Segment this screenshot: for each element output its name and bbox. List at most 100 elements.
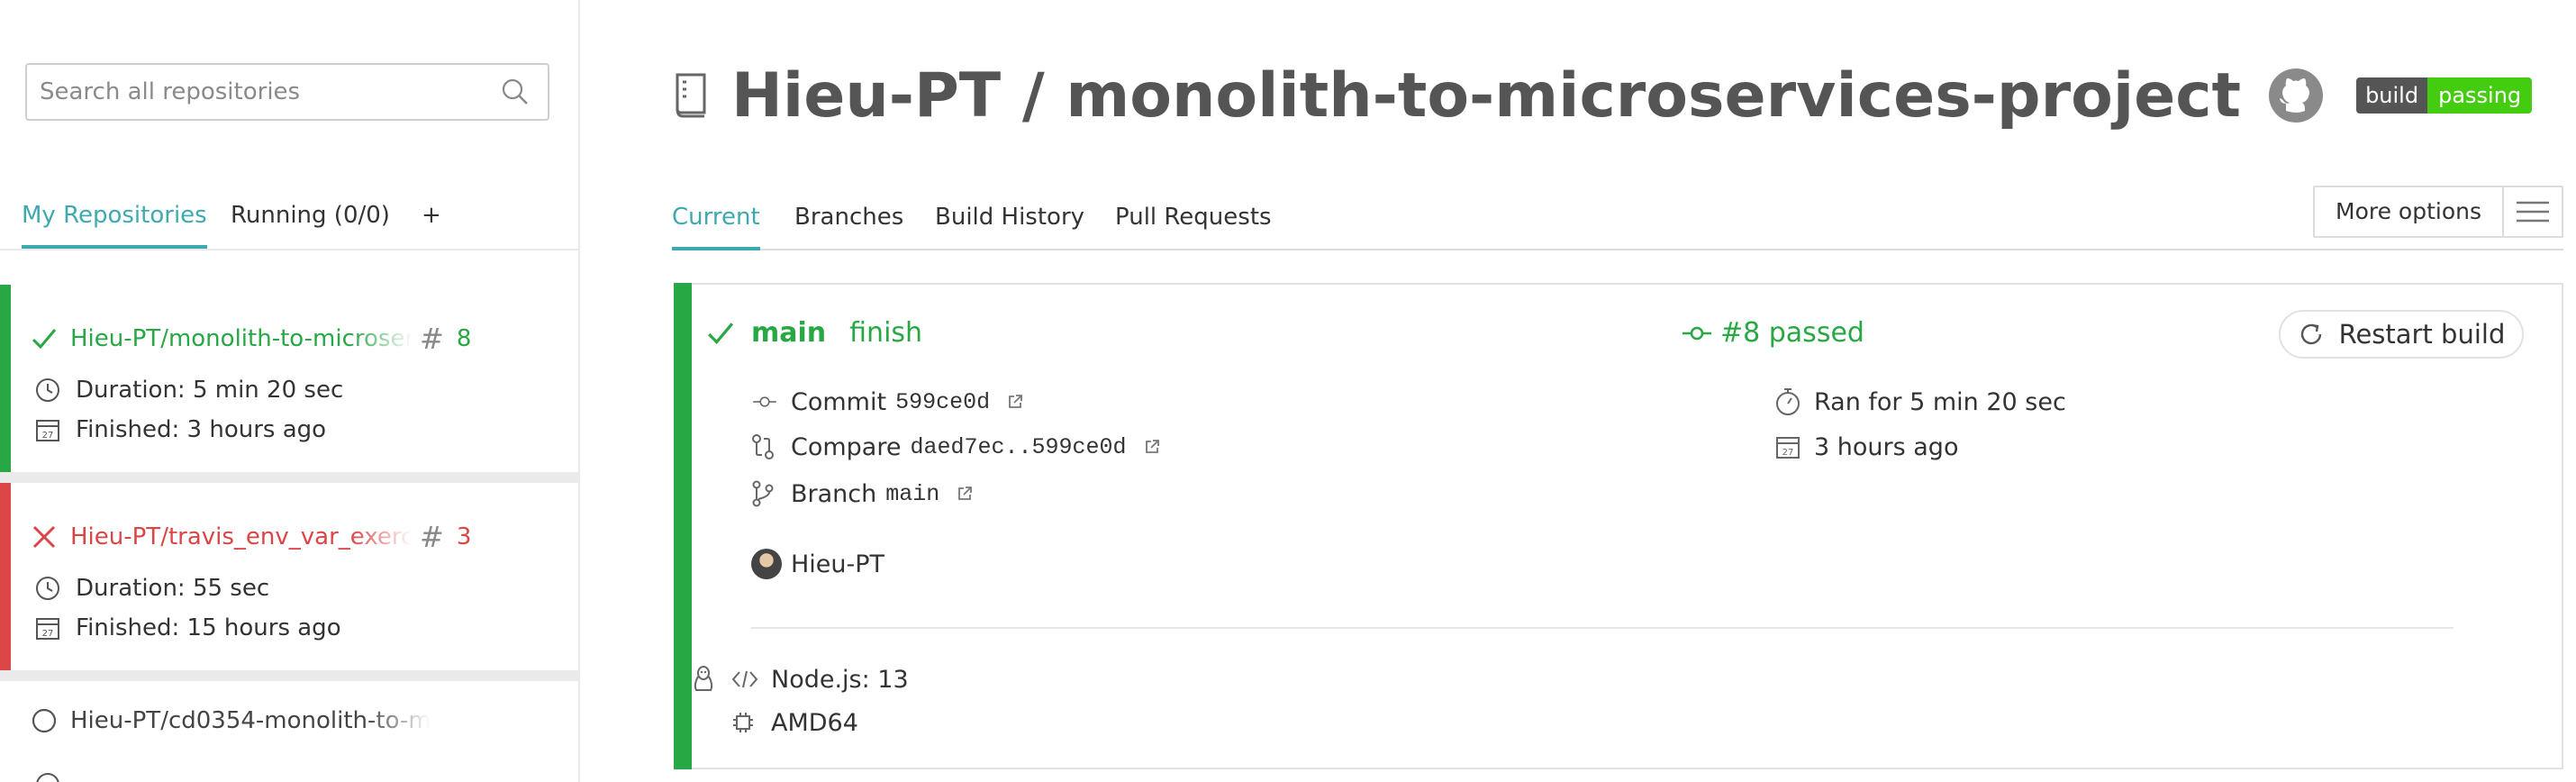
- tab-branches[interactable]: Branches: [794, 204, 903, 250]
- clock-icon: [34, 377, 76, 404]
- hash-icon: #: [420, 520, 444, 554]
- external-link-icon[interactable]: [1006, 393, 1024, 411]
- tab-my-repositories[interactable]: My Repositories: [22, 202, 207, 249]
- build-number-link[interactable]: 8: [457, 325, 472, 352]
- commit-sha-link[interactable]: 599ce0d: [895, 389, 990, 415]
- clock-icon: [34, 771, 76, 782]
- repo-finished: 27 Finished: 15 hours ago: [34, 614, 341, 641]
- arch-row: AMD64: [731, 706, 858, 739]
- svg-text:27: 27: [42, 431, 54, 441]
- tab-pull-requests[interactable]: Pull Requests: [1115, 204, 1272, 250]
- sidebar-tabs: My Repositories Running (0/0) +: [0, 196, 578, 250]
- restart-build-button[interactable]: Restart build: [2279, 310, 2524, 359]
- repo-item[interactable]: Hieu-PT/monolith-to-microservices-projec…: [0, 285, 578, 472]
- branch-name-link[interactable]: main: [751, 317, 826, 349]
- compare-label: Compare: [791, 432, 902, 461]
- avatar: [751, 549, 791, 579]
- external-link-icon[interactable]: [1143, 438, 1161, 456]
- duration-text: Duration: 5 min 20 sec: [76, 377, 344, 404]
- cross-icon: [31, 523, 58, 550]
- tab-running[interactable]: Running (0/0): [231, 202, 390, 249]
- linux-icon: [692, 665, 731, 694]
- build-status-link[interactable]: #8 passed: [1683, 317, 1864, 349]
- calendar-icon: 27: [34, 614, 76, 641]
- finished-row: 27 3 hours ago: [1774, 431, 1958, 463]
- commit-icon: [751, 395, 791, 409]
- external-link-icon[interactable]: [956, 485, 974, 503]
- restart-icon: [2298, 321, 2339, 348]
- status-bar: [0, 483, 11, 670]
- stopwatch-icon: [1774, 386, 1814, 417]
- compare-row: Compare daed7ec..599ce0d: [751, 431, 1161, 463]
- hamburger-icon[interactable]: [2504, 187, 2562, 236]
- tab-build-history[interactable]: Build History: [935, 204, 1084, 250]
- more-options-button[interactable]: More options: [2313, 186, 2563, 238]
- calendar-icon: 27: [34, 416, 76, 443]
- commit-icon: [1683, 324, 1720, 342]
- arch-text: AMD64: [771, 708, 858, 737]
- compare-range-link[interactable]: daed7ec..599ce0d: [910, 434, 1126, 460]
- add-tab-button[interactable]: +: [422, 202, 441, 249]
- hash-icon: #: [420, 322, 444, 356]
- divider: [751, 627, 2454, 629]
- repo-tabs: Current Branches Build History Pull Requ…: [672, 196, 2563, 250]
- repo-name-link[interactable]: Hieu-PT/travis_env_var_exercise: [70, 523, 413, 550]
- branch-icon: [751, 480, 791, 507]
- repo-name-link[interactable]: Hieu-PT/cd0354-monolith-to-microservices…: [70, 707, 431, 734]
- search-icon[interactable]: [501, 77, 530, 106]
- repo-finished: 27 Finished: 3 hours ago: [34, 416, 326, 443]
- commit-message-link[interactable]: finish: [849, 317, 922, 349]
- restart-build-label: Restart build: [2338, 319, 2506, 350]
- tab-current[interactable]: Current: [672, 204, 760, 250]
- build-number-link[interactable]: 3: [457, 523, 472, 550]
- search-input[interactable]: [40, 65, 490, 119]
- build-header: main finish: [706, 317, 922, 349]
- author-row: Hieu-PT: [751, 548, 884, 580]
- status-bar: [674, 283, 692, 769]
- repo-header: Hieu-PT / monolith-to-microservices-proj…: [672, 50, 2533, 141]
- build-status-badge[interactable]: build passing: [2356, 77, 2533, 114]
- more-options-label: More options: [2315, 187, 2504, 236]
- search-box[interactable]: [25, 63, 549, 121]
- author-name: Hieu-PT: [791, 550, 885, 578]
- status-bar: [0, 285, 11, 472]
- page-title: Hieu-PT / monolith-to-microservices-proj…: [731, 59, 2242, 132]
- finished-text: Finished: 3 hours ago: [76, 416, 327, 443]
- github-icon[interactable]: [2268, 68, 2324, 123]
- ran-for-text: Ran for 5 min 20 sec: [1814, 387, 2066, 416]
- check-icon: [31, 325, 58, 352]
- finished-ago-text: 3 hours ago: [1814, 432, 1959, 461]
- commit-label: Commit: [791, 387, 887, 416]
- duration-text: Duration: 55 sec: [76, 575, 270, 602]
- branch-label: Branch: [791, 479, 877, 508]
- repo-duration: Duration: 55 sec: [34, 575, 269, 602]
- finished-text: Finished: 15 hours ago: [76, 614, 341, 641]
- current-build-card: main finish #8 passed Restart build Comm…: [674, 283, 2563, 769]
- branch-value-link[interactable]: main: [885, 481, 939, 507]
- branch-row: Branch main: [751, 477, 974, 510]
- divider: [0, 472, 578, 483]
- calendar-icon: 27: [1774, 433, 1814, 460]
- language-text: Node.js: 13: [771, 665, 909, 694]
- svg-text:27: 27: [42, 629, 54, 639]
- svg-text:27: 27: [1782, 448, 1794, 458]
- code-icon: [731, 669, 771, 689]
- repo-item[interactable]: Hieu-PT/cd0354-monolith-to-microservices…: [0, 681, 578, 782]
- duration-row: Ran for 5 min 20 sec: [1774, 386, 2066, 418]
- repo-item[interactable]: Hieu-PT/travis_env_var_exercise # 3 Dura…: [0, 483, 578, 670]
- badge-status: passing: [2427, 77, 2533, 114]
- commit-row: Commit 599ce0d: [751, 386, 1024, 418]
- circle-icon: [31, 707, 58, 734]
- repo-book-icon: [672, 71, 712, 120]
- check-icon: [706, 319, 735, 348]
- divider: [0, 670, 578, 681]
- main-content: Hieu-PT / monolith-to-microservices-proj…: [582, 0, 2576, 782]
- repo-duration: [34, 771, 76, 782]
- repo-duration: Duration: 5 min 20 sec: [34, 377, 343, 404]
- repo-name-link[interactable]: Hieu-PT/monolith-to-microservices-projec…: [70, 325, 413, 352]
- sidebar: My Repositories Running (0/0) + Hieu-PT/…: [0, 0, 580, 782]
- clock-icon: [34, 575, 76, 602]
- build-status-text: #8 passed: [1720, 317, 1864, 349]
- compare-icon: [751, 433, 791, 460]
- cpu-icon: [731, 711, 771, 734]
